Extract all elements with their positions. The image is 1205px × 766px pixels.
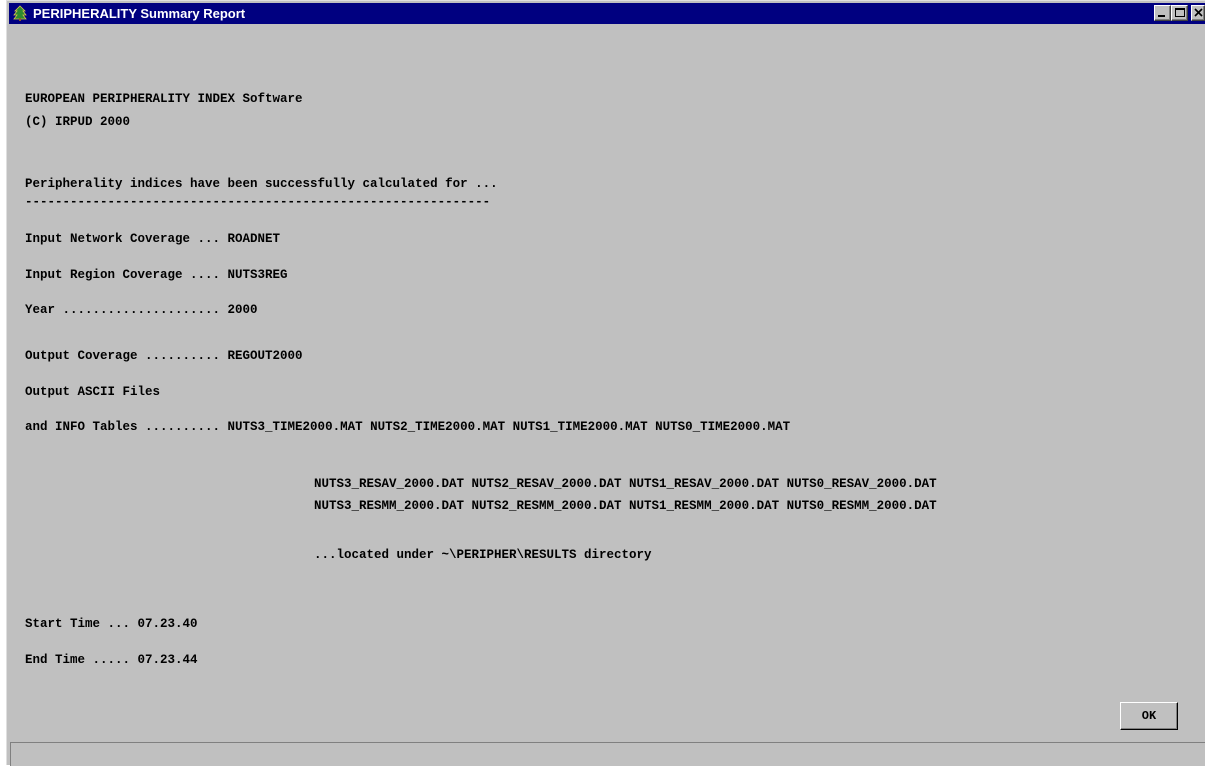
- input-network-value: ROADNET: [227, 232, 281, 246]
- time-files: NUTS3_TIME2000.MAT NUTS2_TIME2000.MAT NU…: [227, 420, 791, 434]
- input-region-value: NUTS3REG: [227, 268, 288, 282]
- resmm-files: NUTS3_RESMM_2000.DAT NUTS2_RESMM_2000.DA…: [314, 499, 937, 513]
- output-coverage-value: REGOUT2000: [227, 349, 303, 363]
- window-title: PERIPHERALITY Summary Report: [33, 6, 246, 21]
- maximize-button[interactable]: [1171, 5, 1188, 21]
- minimize-button[interactable]: [1154, 5, 1171, 21]
- location-note: ...located under ~\PERIPHER\RESULTS dire…: [314, 548, 652, 562]
- output-ascii-label: Output ASCII Files: [25, 385, 161, 399]
- output-coverage-label: Output Coverage ..........: [25, 349, 228, 363]
- status-bar: [10, 742, 1205, 766]
- year-label: Year .....................: [25, 303, 228, 317]
- input-region-label: Input Region Coverage ....: [25, 268, 228, 282]
- info-tables-label: and INFO Tables ..........: [25, 420, 228, 434]
- ok-button[interactable]: OK: [1120, 702, 1178, 730]
- resav-files: NUTS3_RESAV_2000.DAT NUTS2_RESAV_2000.DA…: [314, 477, 937, 491]
- separator-line: ----------------------------------------…: [25, 195, 491, 209]
- maximize-icon: [1175, 8, 1185, 17]
- info-tables-row: and INFO Tables .......... NUTS3_TIME200…: [25, 419, 790, 435]
- end-time-value: 07.23.44: [137, 653, 198, 667]
- copyright-line: (C) IRPUD 2000: [25, 115, 131, 129]
- title-bar[interactable]: PERIPHERALITY Summary Report: [9, 3, 1205, 24]
- output-coverage-row: Output Coverage .......... REGOUT2000: [25, 348, 303, 364]
- end-time-label: End Time .....: [25, 653, 138, 667]
- software-title: EUROPEAN PERIPHERALITY INDEX Software: [25, 92, 303, 106]
- input-network-label: Input Network Coverage ...: [25, 232, 228, 246]
- close-icon: [1194, 8, 1203, 17]
- year-row: Year ..................... 2000: [25, 302, 258, 318]
- start-time-label: Start Time ...: [25, 617, 138, 631]
- report-body: EUROPEAN PERIPHERALITY INDEX Software (C…: [25, 1, 937, 667]
- intro-text: Peripherality indices have been successf…: [25, 177, 498, 191]
- start-time-value: 07.23.40: [137, 617, 198, 631]
- end-time-row: End Time ..... 07.23.44: [25, 652, 198, 668]
- start-time-row: Start Time ... 07.23.40: [25, 616, 198, 632]
- input-network-row: Input Network Coverage ... ROADNET: [25, 231, 280, 247]
- year-value: 2000: [227, 303, 258, 317]
- minimize-icon: [1158, 15, 1165, 17]
- input-region-row: Input Region Coverage .... NUTS3REG: [25, 267, 288, 283]
- report-window: PERIPHERALITY Summary Report EUROPEAN PE…: [6, 0, 1205, 766]
- close-button[interactable]: [1191, 5, 1205, 21]
